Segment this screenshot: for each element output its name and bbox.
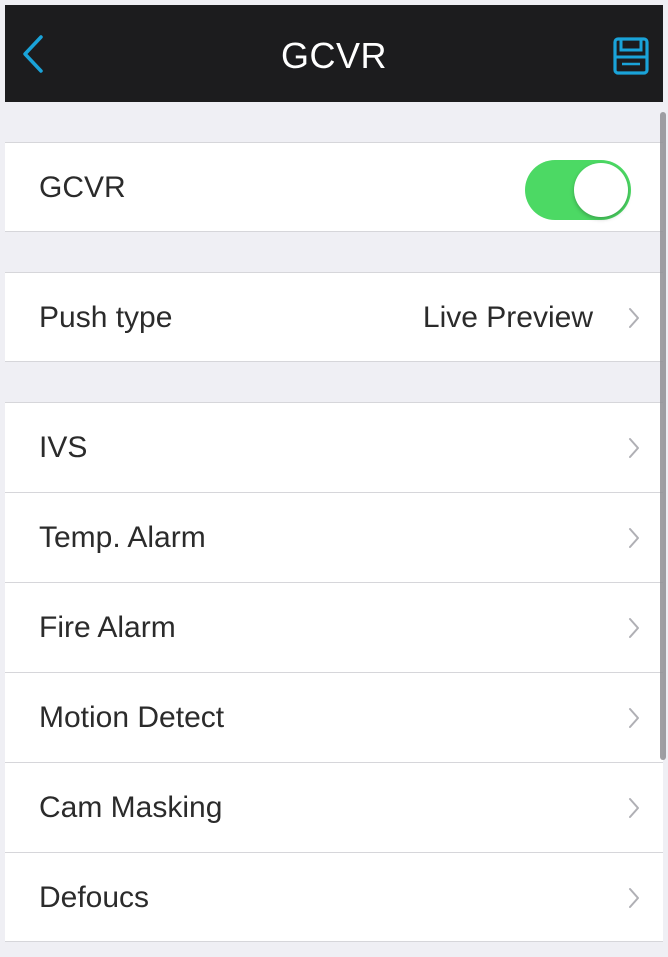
toggle-knob xyxy=(574,163,628,217)
section-gap xyxy=(5,362,663,402)
save-button[interactable] xyxy=(611,35,651,77)
list-item-label: Fire Alarm xyxy=(39,611,176,644)
chevron-right-icon xyxy=(629,708,639,728)
push-type-value: Live Preview xyxy=(422,301,593,334)
list-item-motion-detect[interactable]: Motion Detect xyxy=(5,672,663,762)
section-gap xyxy=(5,232,663,272)
chevron-right-icon xyxy=(629,618,639,638)
gcvr-toggle-switch[interactable] xyxy=(525,160,631,220)
section-gap xyxy=(5,102,663,142)
list-item-defoucs[interactable]: Defoucs xyxy=(5,852,663,942)
chevron-right-icon xyxy=(629,438,639,458)
list-item-fire-alarm[interactable]: Fire Alarm xyxy=(5,582,663,672)
push-type-row[interactable]: Push type Live Preview xyxy=(5,272,663,362)
gcvr-label: GCVR xyxy=(39,171,126,204)
gcvr-settings-screen: GCVR GCVR Push type Live Preview IVS Tem… xyxy=(0,0,668,957)
list-item-label: Defoucs xyxy=(39,881,150,914)
list-item-ivs[interactable]: IVS xyxy=(5,402,663,492)
navigation-bar: GCVR xyxy=(5,5,663,102)
chevron-right-icon xyxy=(629,528,639,548)
save-icon xyxy=(613,37,649,75)
chevron-right-icon xyxy=(629,798,639,818)
list-item-label: Cam Masking xyxy=(39,791,223,824)
push-type-label: Push type xyxy=(39,301,173,334)
scrollbar[interactable] xyxy=(660,112,666,760)
list-item-cam-masking[interactable]: Cam Masking xyxy=(5,762,663,852)
gcvr-row: GCVR xyxy=(5,142,663,232)
settings-list: GCVR Push type Live Preview IVS Temp. Al… xyxy=(5,102,663,957)
chevron-right-icon xyxy=(629,308,639,328)
list-item-label: Motion Detect xyxy=(39,701,225,734)
list-item-label: Temp. Alarm xyxy=(39,521,206,554)
list-item-label: IVS xyxy=(39,431,88,464)
chevron-right-icon xyxy=(629,888,639,908)
list-item-temp-alarm[interactable]: Temp. Alarm xyxy=(5,492,663,582)
page-title: GCVR xyxy=(280,35,387,76)
